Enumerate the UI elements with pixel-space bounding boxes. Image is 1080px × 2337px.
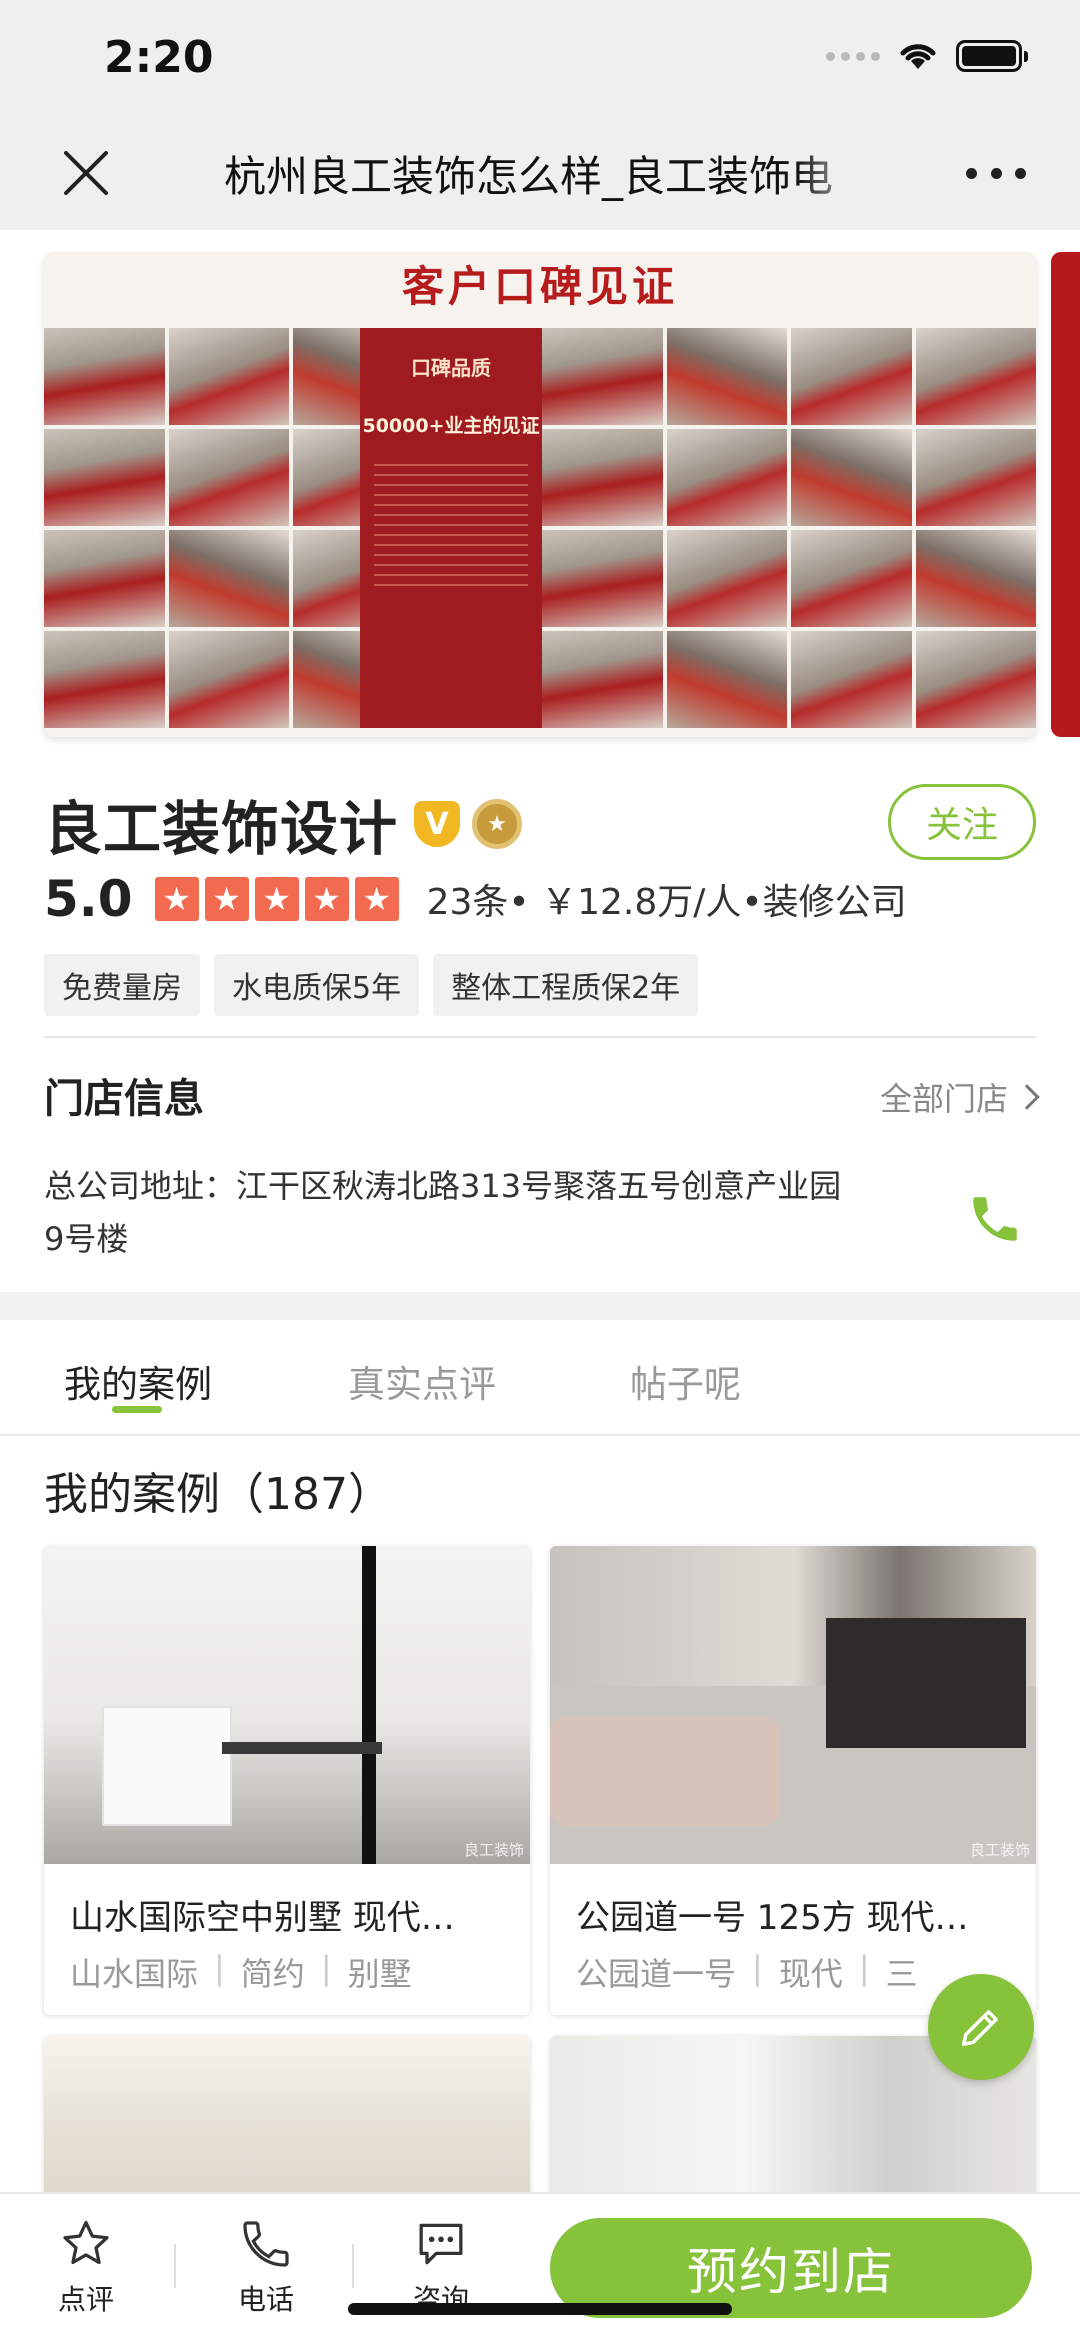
signal-icon xyxy=(826,51,880,61)
chat-icon xyxy=(419,2223,463,2265)
rating-score: 5.0 xyxy=(44,870,133,928)
banner-title: 客户口碑见证 xyxy=(401,262,678,311)
next-banner-peek[interactable] xyxy=(1051,252,1080,737)
follow-button[interactable]: 关注 xyxy=(888,784,1036,860)
cases-title: 我的案例（187） xyxy=(44,1469,392,1520)
content-tabs: 我的案例 真实点评 帖子呢 xyxy=(0,1320,1080,1436)
tab-my-cases[interactable]: 我的案例 xyxy=(64,1354,212,1408)
case-card[interactable]: 良工装饰 山水国际空中别墅 现代… 山水国际 | 简约 | 别墅 xyxy=(44,1546,530,2015)
medal-icon: ★ xyxy=(472,799,523,849)
service-tag: 水电质保5年 xyxy=(214,954,420,1016)
case-photo: 良工装饰 xyxy=(550,1546,1036,1864)
more-icon[interactable] xyxy=(966,153,1026,193)
banner-image[interactable]: 客户口碑见证 口碑品质 50000+业主的见证 xyxy=(44,252,1036,737)
pencil-icon xyxy=(961,2010,998,2047)
banner-center-title: 口碑品质 xyxy=(411,356,491,380)
star-icon: ★ xyxy=(254,877,299,921)
chevron-right-icon xyxy=(1014,1084,1040,1110)
case-card[interactable]: 良工装饰 公园道一号 125方 现代… 公园道一号 | 现代 | 三 xyxy=(550,1546,1036,2015)
banner-center-panel: 口碑品质 50000+业主的见证 xyxy=(360,328,542,728)
call-button[interactable]: 电话 xyxy=(206,2216,326,2318)
rating-meta: 23条• ￥12.8万/人•装修公司 xyxy=(426,882,907,923)
separator xyxy=(174,2244,176,2288)
photo-watermark: 良工装饰 xyxy=(463,1841,524,1859)
shop-name-row: 良工装饰设计 V ★ xyxy=(44,782,523,866)
write-post-button[interactable] xyxy=(928,1974,1034,2080)
star-outline-icon xyxy=(63,2220,109,2265)
wifi-icon xyxy=(900,44,936,69)
case-tags: 山水国际 | 简约 | 别墅 xyxy=(70,1949,412,1993)
case-tag: 简约 xyxy=(240,1955,305,1993)
rating-row: 5.0 ★ ★ ★ ★ ★ 23条• ￥12.8万/人•装修公司 xyxy=(44,870,907,928)
star-icon: ★ xyxy=(154,877,199,921)
case-tag: 公园道一号 xyxy=(576,1955,737,1993)
section-gap xyxy=(0,1292,1080,1320)
banner-center-subtitle: 50000+业主的见证 xyxy=(362,415,540,437)
case-tag: 三 xyxy=(885,1955,918,1993)
nav-bar: 杭州良工装饰怎么样_良工装饰电 xyxy=(0,115,1080,230)
bottom-action-bar: 点评 电话 咨询 预约到店 xyxy=(0,2192,1080,2337)
tab-reviews[interactable]: 真实点评 xyxy=(348,1354,496,1408)
case-tag: 别墅 xyxy=(347,1955,412,1993)
service-tag: 整体工程质保2年 xyxy=(433,954,699,1016)
star-icon: ★ xyxy=(354,877,399,921)
divider xyxy=(44,1036,1036,1038)
tab-posts[interactable]: 帖子呢 xyxy=(630,1354,741,1408)
status-bar: 2:20 xyxy=(0,0,1080,115)
home-indicator[interactable] xyxy=(348,2303,732,2315)
banner-center-text-block xyxy=(374,456,528,586)
shop-name: 良工装饰设计 xyxy=(44,795,399,863)
active-tab-indicator xyxy=(112,1406,162,1413)
store-address: 总公司地址：江干区秋涛北路313号聚落五号创意产业园9号楼 xyxy=(44,1167,842,1258)
all-stores-label: 全部门店 xyxy=(879,1080,1008,1118)
store-info-header: 门店信息 xyxy=(44,1076,204,1122)
service-tags: 免费量房 水电质保5年 整体工程质保2年 xyxy=(44,954,699,1016)
status-icons xyxy=(826,40,1028,72)
star-icon: ★ xyxy=(304,877,349,921)
separator xyxy=(352,2244,354,2288)
verified-badge-icon: V xyxy=(414,801,461,847)
all-stores-link[interactable]: 全部门店 xyxy=(879,1074,1040,1120)
close-icon[interactable] xyxy=(58,145,114,201)
review-button[interactable]: 点评 xyxy=(26,2216,146,2318)
call-label: 电话 xyxy=(237,2283,294,2316)
case-tag: 现代 xyxy=(778,1955,843,1993)
phone-outline-icon xyxy=(243,2221,289,2267)
phone-icon[interactable] xyxy=(966,1190,1024,1248)
page-title: 杭州良工装饰怎么样_良工装饰电 xyxy=(224,152,834,201)
case-photo: 良工装饰 xyxy=(44,1546,530,1864)
photo-watermark: 良工装饰 xyxy=(969,1841,1030,1859)
case-tag: 山水国际 xyxy=(70,1955,199,1993)
service-tag: 免费量房 xyxy=(44,954,200,1016)
status-time: 2:20 xyxy=(104,32,214,83)
review-label: 点评 xyxy=(57,2283,114,2316)
star-rating: ★ ★ ★ ★ ★ xyxy=(154,877,399,921)
star-icon: ★ xyxy=(204,877,249,921)
case-title: 山水国际空中别墅 现代… xyxy=(70,1898,455,1938)
case-title: 公园道一号 125方 现代… xyxy=(576,1898,969,1938)
battery-icon xyxy=(956,40,1028,72)
